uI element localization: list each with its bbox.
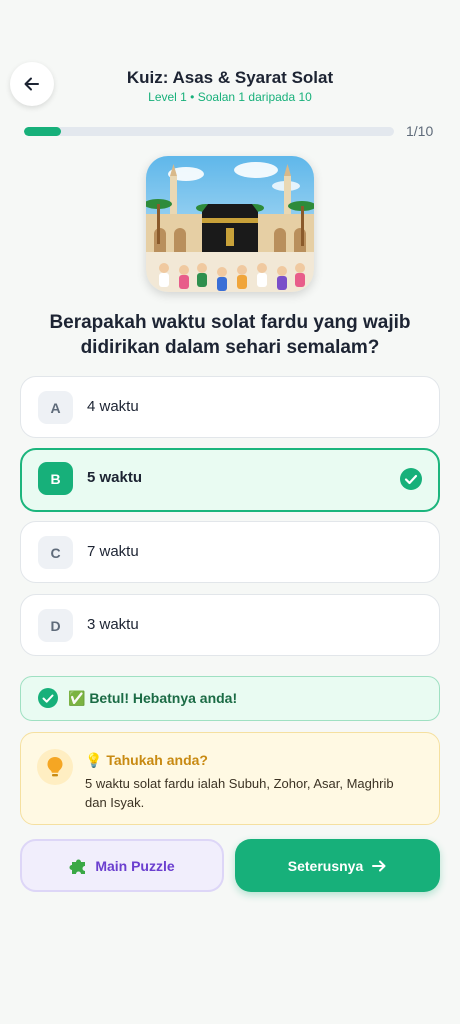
tip-card: 💡 Tahukah anda? 5 waktu solat fardu iala…	[20, 732, 440, 825]
next-label: Seterusnya	[287, 857, 364, 874]
puzzle-icon	[69, 859, 86, 874]
progress-fill	[24, 127, 61, 136]
feedback-text: ✅ Betul! Hebatnya anda!	[68, 690, 238, 706]
next-button[interactable]: Seterusnya	[235, 839, 440, 892]
option-text: 4 waktu	[87, 398, 139, 415]
header: Kuiz: Asas & Syarat Solat Level 1 • Soal…	[0, 60, 460, 110]
option-b[interactable]: B 5 waktu	[20, 448, 440, 512]
arrow-right-icon	[372, 860, 386, 871]
check-circle-icon	[400, 468, 422, 490]
option-text: 5 waktu	[87, 469, 143, 486]
main-puzzle-button[interactable]: Main Puzzle	[20, 839, 224, 892]
page-title: Kuiz: Asas & Syarat Solat	[126, 68, 334, 87]
option-letter: A	[38, 391, 73, 424]
option-letter: D	[38, 609, 73, 642]
option-d[interactable]: D 3 waktu	[20, 594, 440, 656]
feedback-banner: ✅ Betul! Hebatnya anda!	[20, 676, 440, 721]
tip-body: 5 waktu solat fardu ialah Subuh, Zohor, …	[85, 776, 394, 810]
tip-title: 💡 Tahukah anda?	[85, 752, 208, 768]
option-letter: C	[38, 536, 73, 569]
option-c[interactable]: C 7 waktu	[20, 521, 440, 583]
check-circle-icon	[38, 688, 58, 708]
level-subtitle: Level 1 • Soalan 1 daripada 10	[148, 90, 312, 104]
kaaba-illustration	[146, 156, 314, 292]
option-text: 7 waktu	[87, 543, 139, 560]
option-letter: B	[38, 462, 73, 495]
progress-count: 1/10	[406, 123, 434, 139]
lightbulb-icon	[37, 749, 73, 785]
option-text: 3 waktu	[87, 616, 139, 633]
question-text: Berapakah waktu solat fardu yang wajib d…	[49, 312, 411, 358]
main-puzzle-label: Main Puzzle	[95, 857, 175, 874]
progress-bar	[24, 127, 394, 136]
option-a[interactable]: A 4 waktu	[20, 376, 440, 438]
